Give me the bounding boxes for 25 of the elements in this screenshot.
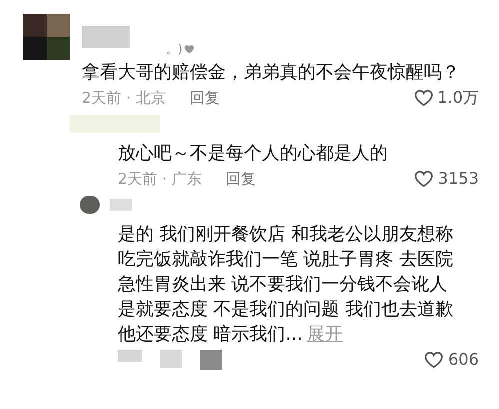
like-count: 606: [448, 349, 479, 371]
username: [110, 199, 132, 211]
like-count: 3153: [438, 168, 479, 190]
heart-icon: [184, 44, 195, 54]
comment-text: 放心吧～不是每个人的心都是人的: [118, 143, 388, 164]
heart-icon[interactable]: [423, 349, 446, 371]
like-count: 1.0万: [438, 87, 479, 109]
comment-text: 吃完饭就敲诈我们一笔 说肚子胃疼 去医院: [118, 249, 454, 270]
comment-text: 拿看大哥的赔偿金，弟弟真的不会午夜惊醒吗？: [82, 62, 460, 83]
username-suffix: 。): [166, 41, 183, 58]
heart-icon[interactable]: [413, 168, 436, 190]
reply-link[interactable]: 回复: [190, 86, 220, 110]
comment-text: 急性胃炎出来 说不要我们一分钱不会讹人: [118, 274, 448, 295]
blurred-block: [200, 350, 222, 370]
reply-link[interactable]: 回复: [226, 168, 256, 190]
comment-text: 是就要态度 不是我们的问题 我们也去道歉: [118, 299, 454, 320]
comment-text: 他还要态度 暗示我们...: [118, 324, 303, 345]
comment-text: 是的 我们刚开餐饮店 和我老公以朋友想称: [118, 224, 454, 245]
expand-link[interactable]: 展开: [306, 324, 343, 345]
time-location: 2天前 · 北京: [82, 88, 166, 109]
heart-icon[interactable]: [412, 87, 435, 109]
time-location: 2天前 · 广东: [118, 168, 202, 190]
username: [82, 26, 130, 48]
avatar[interactable]: [23, 14, 70, 60]
avatar[interactable]: [80, 196, 100, 214]
